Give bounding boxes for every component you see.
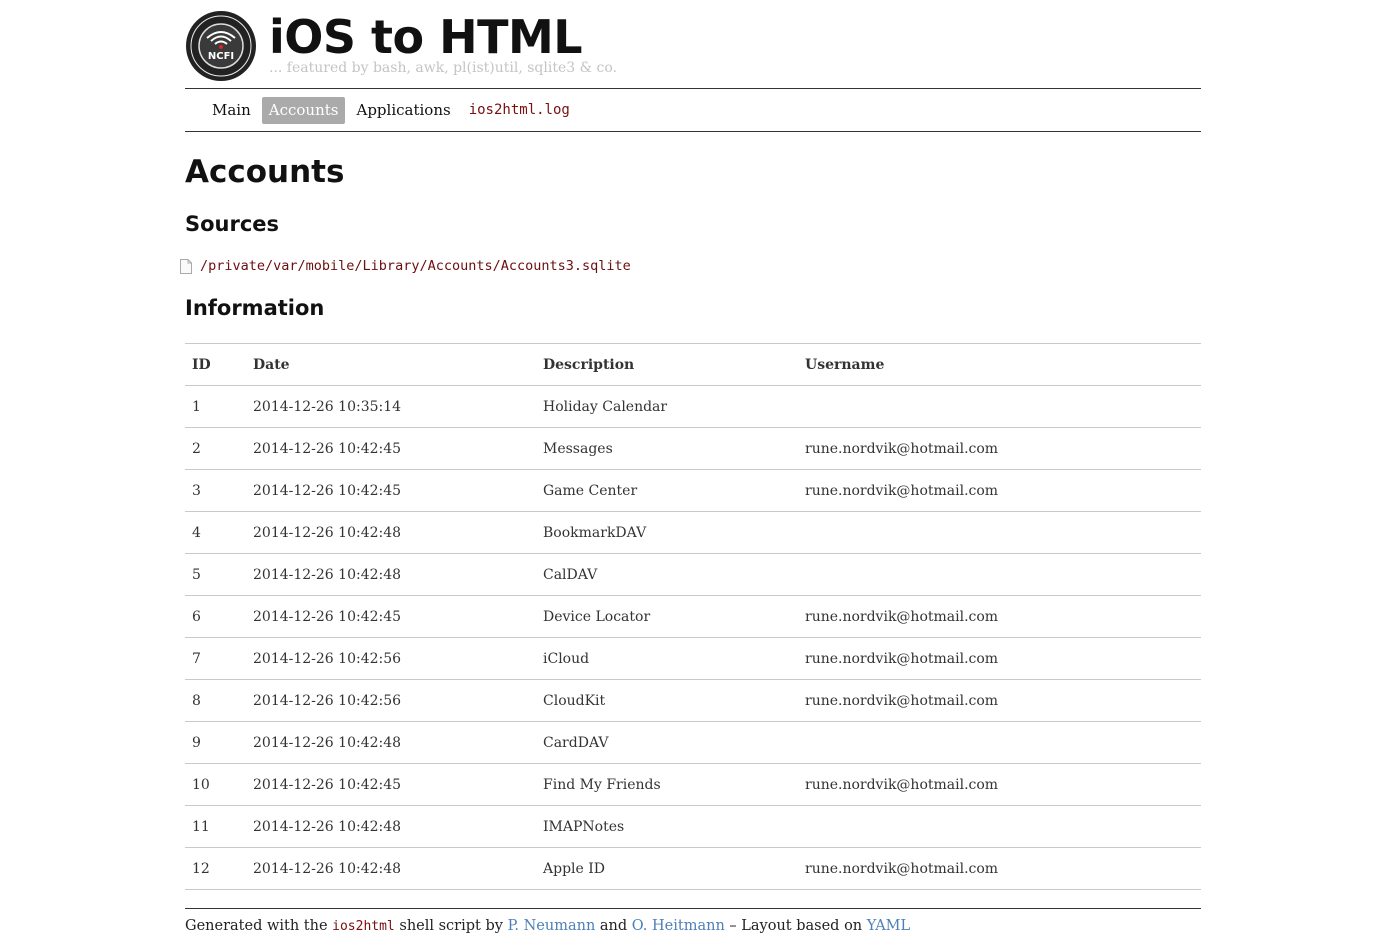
cell-username xyxy=(798,721,1201,764)
cell-id: 3 xyxy=(185,469,246,512)
main-nav: Main Accounts Applications ios2html.log xyxy=(185,88,1201,132)
table-row: 9 2014-12-26 10:42:48 CardDAV xyxy=(185,721,1201,764)
cell-id: 11 xyxy=(185,805,246,848)
cell-date: 2014-12-26 10:42:56 xyxy=(246,637,536,680)
footer-text: shell script by xyxy=(394,918,508,934)
cell-description: iCloud xyxy=(536,637,798,680)
cell-description: Find My Friends xyxy=(536,763,798,806)
table-row: 8 2014-12-26 10:42:56 CloudKit rune.nordvik… xyxy=(185,679,1201,722)
nav-item-log[interactable]: ios2html.log xyxy=(462,97,577,124)
cell-username xyxy=(798,511,1201,554)
cell-id: 6 xyxy=(185,595,246,638)
sources-heading: Sources xyxy=(185,212,280,236)
source-path[interactable]: /private/var/mobile/Library/Accounts/Acc… xyxy=(200,258,631,274)
cell-description: Messages xyxy=(536,427,798,470)
cell-username: rune.nordvik@hotmail.com xyxy=(798,637,1201,680)
table-row: 1 2014-12-26 10:35:14 Holiday Calendar xyxy=(185,385,1201,428)
site-subtitle: ... featured by bash, awk, pl(ist)util, … xyxy=(269,60,617,76)
nav-list: Main Accounts Applications ios2html.log xyxy=(205,97,577,124)
footer-text: and xyxy=(595,918,632,934)
cell-username: rune.nordvik@hotmail.com xyxy=(798,595,1201,638)
cell-username: rune.nordvik@hotmail.com xyxy=(798,469,1201,512)
cell-date: 2014-12-26 10:42:45 xyxy=(246,763,536,806)
source-file-entry: /private/var/mobile/Library/Accounts/Acc… xyxy=(180,258,631,274)
table-row: 10 2014-12-26 10:42:45 Find My Friends rune… xyxy=(185,763,1201,806)
cell-id: 10 xyxy=(185,763,246,806)
footer-yaml-link[interactable]: YAML xyxy=(867,918,910,934)
cell-description: Device Locator xyxy=(536,595,798,638)
table-row: 5 2014-12-26 10:42:48 CalDAV xyxy=(185,553,1201,596)
page-container: NCFI iOS to HTML ... featured by bash, a… xyxy=(180,0,1201,934)
cell-description: BookmarkDAV xyxy=(536,511,798,554)
nav-item-main[interactable]: Main xyxy=(205,97,258,124)
cell-description: CloudKit xyxy=(536,679,798,722)
column-header-id: ID xyxy=(185,343,246,386)
cell-username xyxy=(798,553,1201,596)
nav-item-applications[interactable]: Applications xyxy=(349,97,457,124)
cell-username xyxy=(798,385,1201,428)
ncfi-logo: NCFI xyxy=(186,11,256,81)
table-row: 2 2014-12-26 10:42:45 Messages rune.nordvik… xyxy=(185,427,1201,470)
cell-id: 1 xyxy=(185,385,246,428)
cell-date: 2014-12-26 10:42:48 xyxy=(246,805,536,848)
cell-id: 8 xyxy=(185,679,246,722)
cell-date: 2014-12-26 10:42:56 xyxy=(246,679,536,722)
cell-description: Apple ID xyxy=(536,847,798,890)
cell-description: IMAPNotes xyxy=(536,805,798,848)
cell-date: 2014-12-26 10:42:45 xyxy=(246,595,536,638)
cell-date: 2014-12-26 10:42:48 xyxy=(246,553,536,596)
cell-description: Game Center xyxy=(536,469,798,512)
cell-description: CardDAV xyxy=(536,721,798,764)
cell-date: 2014-12-26 10:42:45 xyxy=(246,427,536,470)
cell-id: 5 xyxy=(185,553,246,596)
cell-description: Holiday Calendar xyxy=(536,385,798,428)
cell-date: 2014-12-26 10:42:48 xyxy=(246,721,536,764)
page-title: Accounts xyxy=(185,154,345,190)
cell-username: rune.nordvik@hotmail.com xyxy=(798,427,1201,470)
table-row: 11 2014-12-26 10:42:48 IMAPNotes xyxy=(185,805,1201,848)
cell-id: 7 xyxy=(185,637,246,680)
table-row: 4 2014-12-26 10:42:48 BookmarkDAV xyxy=(185,511,1201,554)
cell-id: 4 xyxy=(185,511,246,554)
column-header-description: Description xyxy=(536,343,798,386)
cell-username: rune.nordvik@hotmail.com xyxy=(798,763,1201,806)
cell-username: rune.nordvik@hotmail.com xyxy=(798,679,1201,722)
footer-text: – Layout based on xyxy=(724,918,867,934)
cell-username xyxy=(798,805,1201,848)
footer-text: Generated with the xyxy=(185,918,333,934)
column-header-username: Username xyxy=(798,343,1201,386)
table-header-row: ID Date Description Username xyxy=(185,343,1201,386)
cell-id: 2 xyxy=(185,427,246,470)
footer-script-name: ios2html xyxy=(332,919,395,934)
cell-id: 9 xyxy=(185,721,246,764)
table-row: 6 2014-12-26 10:42:45 Device Locator rune.n… xyxy=(185,595,1201,638)
table-row: 7 2014-12-26 10:42:56 iCloud rune.nordvik@h… xyxy=(185,637,1201,680)
cell-id: 12 xyxy=(185,847,246,890)
accounts-table: ID Date Description Username 1 2014-12-26… xyxy=(185,343,1201,890)
cell-date: 2014-12-26 10:42:48 xyxy=(246,847,536,890)
file-icon xyxy=(180,258,192,274)
cell-description: CalDAV xyxy=(536,553,798,596)
column-header-date: Date xyxy=(246,343,536,386)
footer-author-link[interactable]: P. Neumann xyxy=(508,918,596,934)
footer-author-link[interactable]: O. Heitmann xyxy=(632,918,725,934)
cell-date: 2014-12-26 10:42:45 xyxy=(246,469,536,512)
cell-username: rune.nordvik@hotmail.com xyxy=(798,847,1201,890)
cell-date: 2014-12-26 10:35:14 xyxy=(246,385,536,428)
logo-text: NCFI xyxy=(208,51,234,62)
page-footer: Generated with the ios2html shell script… xyxy=(185,908,1201,934)
cell-date: 2014-12-26 10:42:48 xyxy=(246,511,536,554)
information-heading: Information xyxy=(185,296,325,320)
table-row: 3 2014-12-26 10:42:45 Game Center rune.nord… xyxy=(185,469,1201,512)
table-body: 1 2014-12-26 10:35:14 Holiday Calendar 2 201… xyxy=(185,385,1201,890)
nav-item-accounts[interactable]: Accounts xyxy=(261,97,346,124)
site-header: NCFI iOS to HTML ... featured by bash, a… xyxy=(185,0,1201,88)
table-row: 12 2014-12-26 10:42:48 Apple ID rune.nordvi… xyxy=(185,847,1201,890)
site-title: iOS to HTML xyxy=(269,10,583,64)
